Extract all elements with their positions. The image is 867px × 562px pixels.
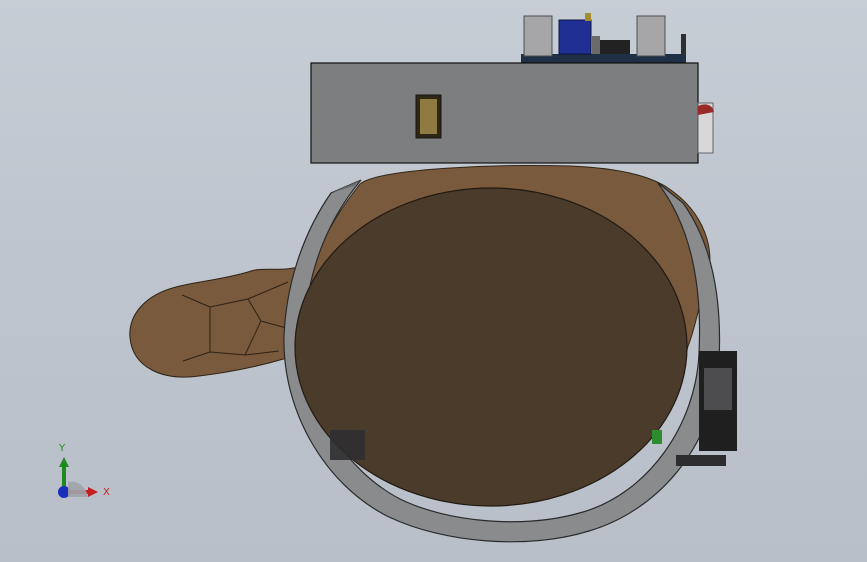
electronics-board xyxy=(521,13,686,63)
assembly-model xyxy=(129,13,737,543)
coordinate-triad: Y X xyxy=(48,440,118,510)
y-axis-label: Y xyxy=(59,443,66,454)
x-axis-label: X xyxy=(103,487,110,498)
top-housing xyxy=(310,62,714,164)
log-branch xyxy=(129,261,311,378)
graphics-viewport[interactable]: Y X xyxy=(0,0,867,562)
